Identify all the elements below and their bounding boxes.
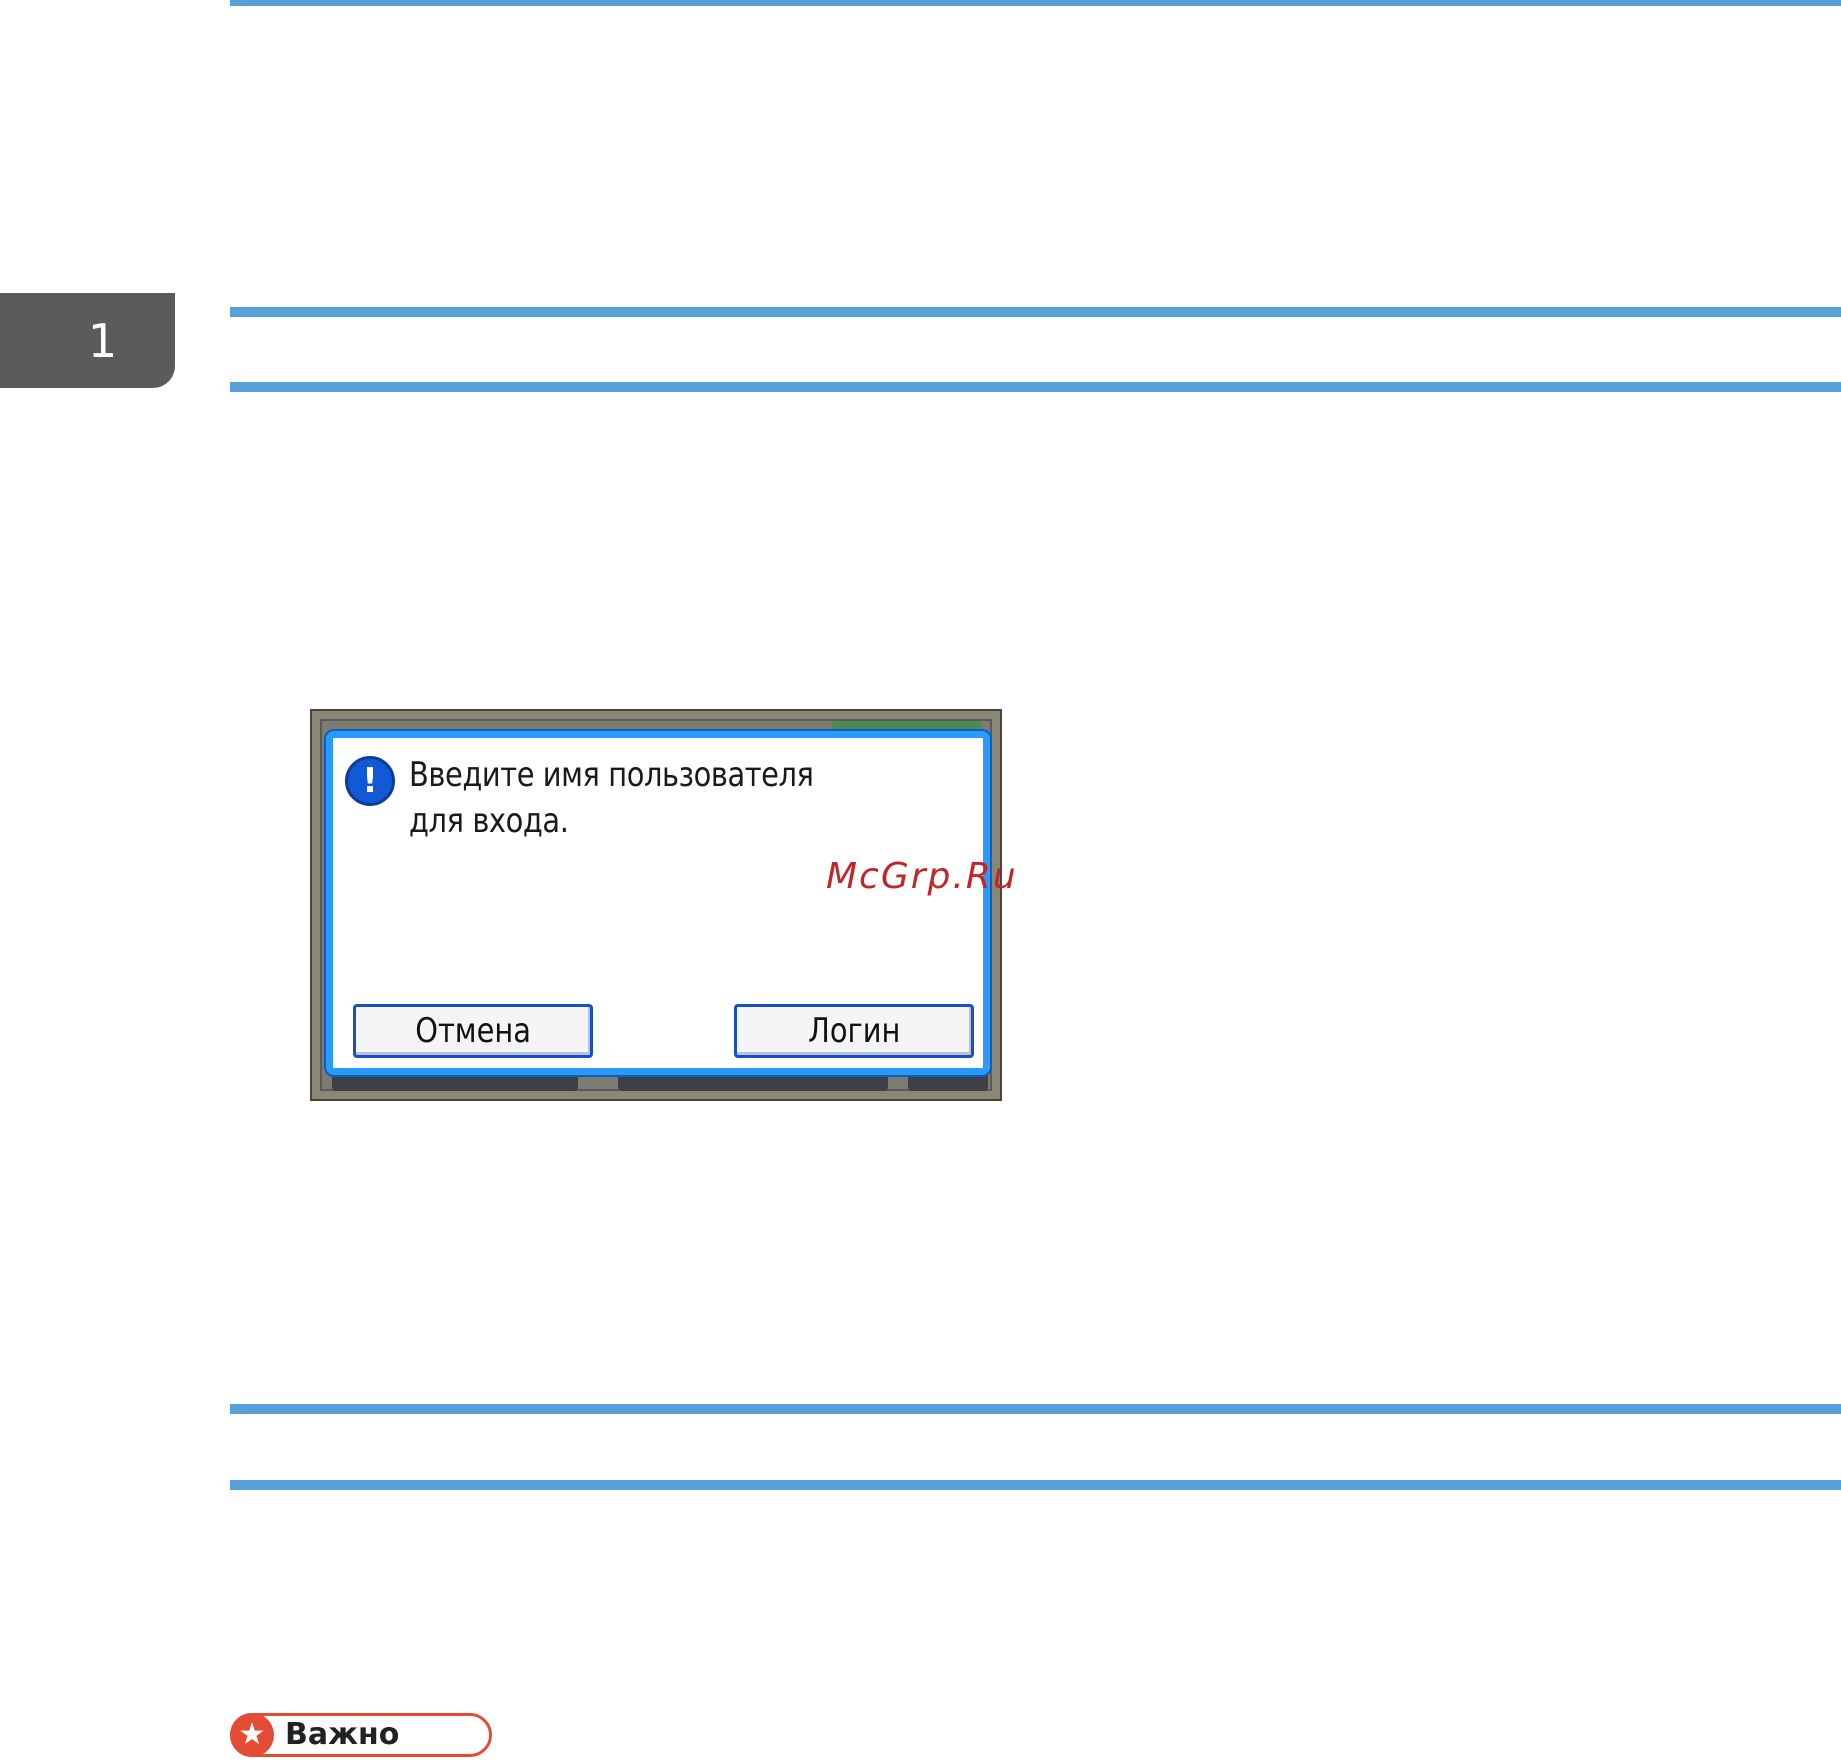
exclamation-icon: ! <box>345 756 395 806</box>
login-button[interactable]: Логин <box>734 1004 974 1058</box>
chapter-number: 1 <box>87 313 118 368</box>
section-rule-upper <box>230 307 1841 317</box>
cancel-button-label: Отмена <box>415 1011 531 1051</box>
important-label: Важно <box>285 1717 400 1752</box>
section-rule-lower <box>230 382 1841 392</box>
watermark: McGrp.Ru <box>826 856 1018 897</box>
important-badge: ★ Важно <box>230 1713 492 1757</box>
device-screen: ! Введите имя пользователя для входа. От… <box>310 709 1002 1101</box>
star-icon: ★ <box>230 1713 274 1757</box>
cancel-button[interactable]: Отмена <box>353 1004 593 1058</box>
section-rule-upper-2 <box>230 1404 1841 1414</box>
screen-bottom-button <box>332 1075 578 1091</box>
top-rule <box>230 0 1841 6</box>
screen-bottom-button <box>618 1075 888 1091</box>
section-rule-lower-2 <box>230 1480 1841 1490</box>
chapter-tab: 1 <box>0 293 175 388</box>
login-dialog: ! Введите имя пользователя для входа. От… <box>326 731 990 1075</box>
login-button-label: Логин <box>807 1011 901 1051</box>
dialog-message: Введите имя пользователя для входа. <box>409 755 814 841</box>
screen-bottom-button <box>908 1075 988 1091</box>
